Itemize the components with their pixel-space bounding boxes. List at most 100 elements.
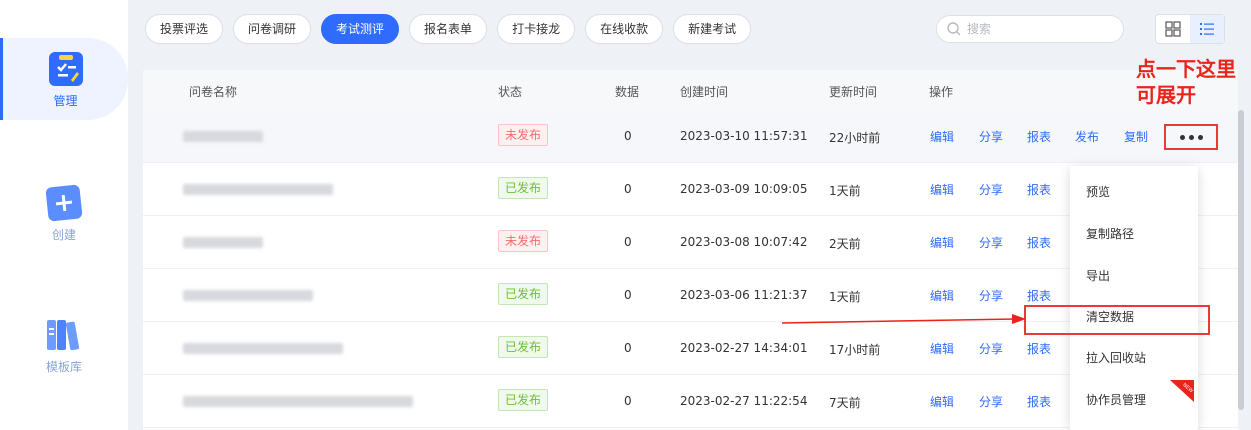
data-count: 0: [624, 394, 632, 408]
search-input[interactable]: [967, 22, 1107, 36]
blurred-title: [183, 396, 413, 407]
report-link[interactable]: 报表: [1027, 287, 1051, 304]
created-time: 2023-03-10 11:57:31: [680, 129, 808, 143]
blurred-title: [183, 184, 333, 195]
header-updated: 更新时间: [829, 85, 878, 99]
header-data: 数据: [615, 85, 640, 99]
tab-survey[interactable]: 问卷调研: [233, 14, 312, 44]
menu-item-export[interactable]: 导出: [1070, 256, 1198, 296]
grid-icon: [1165, 21, 1181, 37]
status-badge: 未发布: [498, 230, 549, 252]
blurred-title: [183, 131, 263, 142]
new-badge: NEW: [1170, 380, 1194, 402]
report-link[interactable]: 报表: [1027, 234, 1051, 251]
created-time: 2023-02-27 11:22:54: [680, 394, 808, 408]
edit-link[interactable]: 编辑: [930, 128, 954, 145]
tab-payment[interactable]: 在线收款: [585, 14, 664, 44]
blurred-title: [183, 343, 343, 354]
created-time: 2023-03-06 11:21:37: [680, 288, 808, 302]
blurred-title: [183, 290, 313, 301]
share-link[interactable]: 分享: [979, 393, 1003, 410]
header-name: 问卷名称: [189, 85, 238, 99]
search-box: [936, 15, 1124, 43]
sidebar-item-create[interactable]: 创建: [0, 184, 128, 256]
sidebar-item-manage[interactable]: 管理: [0, 38, 128, 120]
view-toggle: [1155, 14, 1225, 44]
report-link[interactable]: 报表: [1027, 128, 1051, 145]
copy-link[interactable]: 复制: [1124, 128, 1148, 145]
sidebar-item-templates[interactable]: 模板库: [0, 318, 128, 388]
sidebar-item-label: 管理: [53, 94, 78, 108]
updated-time: 17小时前: [829, 343, 881, 357]
menu-item-clear-data[interactable]: 清空数据: [1070, 297, 1198, 337]
tab-registration[interactable]: 报名表单: [409, 14, 488, 44]
report-link[interactable]: 报表: [1027, 340, 1051, 357]
data-count: 0: [624, 129, 632, 143]
more-options-menu: 预览 复制路径 导出 清空数据 拉入回收站 协作员管理 NEW: [1070, 166, 1198, 430]
annotation-text: 点一下这里 可展开: [1136, 56, 1236, 108]
more-options-button[interactable]: [1164, 124, 1218, 150]
data-count: 0: [624, 341, 632, 355]
updated-time: 1天前: [829, 184, 861, 198]
share-link[interactable]: 分享: [979, 287, 1003, 304]
table-row[interactable]: 未发布 0 2023-03-10 11:57:31 22小时前 编辑 分享 报表…: [143, 110, 1238, 163]
menu-item-recycle[interactable]: 拉入回收站: [1070, 338, 1198, 378]
tab-exam[interactable]: 考试测评: [321, 14, 400, 44]
edit-link[interactable]: 编辑: [930, 181, 954, 198]
header-status: 状态: [498, 85, 523, 99]
category-tabs: 投票评选 问卷调研 考试测评 报名表单 打卡接龙 在线收款 新建考试: [145, 14, 752, 44]
plus-folder-icon: [45, 184, 83, 222]
blurred-title: [183, 237, 263, 248]
tab-checkin[interactable]: 打卡接龙: [497, 14, 576, 44]
updated-time: 22小时前: [829, 131, 881, 145]
data-count: 0: [624, 288, 632, 302]
data-count: 0: [624, 235, 632, 249]
dot-icon: [1179, 134, 1185, 140]
publish-link[interactable]: 发布: [1075, 128, 1099, 145]
arrow-icon: [781, 314, 1026, 324]
sidebar: 管理 创建 模板库: [0, 0, 128, 430]
list-icon: [1200, 23, 1214, 35]
table-header: 问卷名称 状态 数据 创建时间 更新时间 操作: [143, 70, 1238, 110]
header-created: 创建时间: [680, 85, 729, 99]
annotation-line: 可展开: [1136, 83, 1196, 107]
books-icon: [44, 318, 84, 352]
tab-vote[interactable]: 投票评选: [145, 14, 224, 44]
grid-view-button[interactable]: [1156, 15, 1190, 43]
created-time: 2023-02-27 14:34:01: [680, 341, 808, 355]
tab-new-exam[interactable]: 新建考试: [673, 14, 752, 44]
share-link[interactable]: 分享: [979, 234, 1003, 251]
edit-link[interactable]: 编辑: [930, 340, 954, 357]
search-icon: [947, 22, 961, 36]
updated-time: 2天前: [829, 237, 861, 251]
status-badge: 已发布: [498, 389, 549, 411]
sidebar-item-label: 模板库: [45, 360, 82, 374]
share-link[interactable]: 分享: [979, 128, 1003, 145]
status-badge: 已发布: [498, 283, 549, 305]
menu-item-preview[interactable]: 预览: [1070, 172, 1198, 212]
report-link[interactable]: 报表: [1027, 393, 1051, 410]
clipboard-edit-icon: [48, 52, 83, 86]
share-link[interactable]: 分享: [979, 181, 1003, 198]
status-badge: 已发布: [498, 336, 549, 358]
edit-link[interactable]: 编辑: [930, 234, 954, 251]
created-time: 2023-03-08 10:07:42: [680, 235, 808, 249]
share-link[interactable]: 分享: [979, 340, 1003, 357]
report-link[interactable]: 报表: [1027, 181, 1051, 198]
scrollbar[interactable]: [1238, 110, 1244, 410]
updated-time: 7天前: [829, 396, 861, 410]
status-badge: 未发布: [498, 124, 549, 146]
header-ops: 操作: [929, 85, 954, 99]
dot-icon: [1197, 134, 1203, 140]
annotation-line: 点一下这里: [1136, 57, 1236, 81]
sidebar-item-label: 创建: [51, 228, 76, 242]
data-count: 0: [624, 182, 632, 196]
list-view-button[interactable]: [1190, 15, 1224, 43]
created-time: 2023-03-09 10:09:05: [680, 182, 808, 196]
menu-item-copy-path[interactable]: 复制路径: [1070, 214, 1198, 254]
updated-time: 1天前: [829, 290, 861, 304]
dot-icon: [1188, 134, 1194, 140]
edit-link[interactable]: 编辑: [930, 393, 954, 410]
status-badge: 已发布: [498, 177, 549, 199]
edit-link[interactable]: 编辑: [930, 287, 954, 304]
